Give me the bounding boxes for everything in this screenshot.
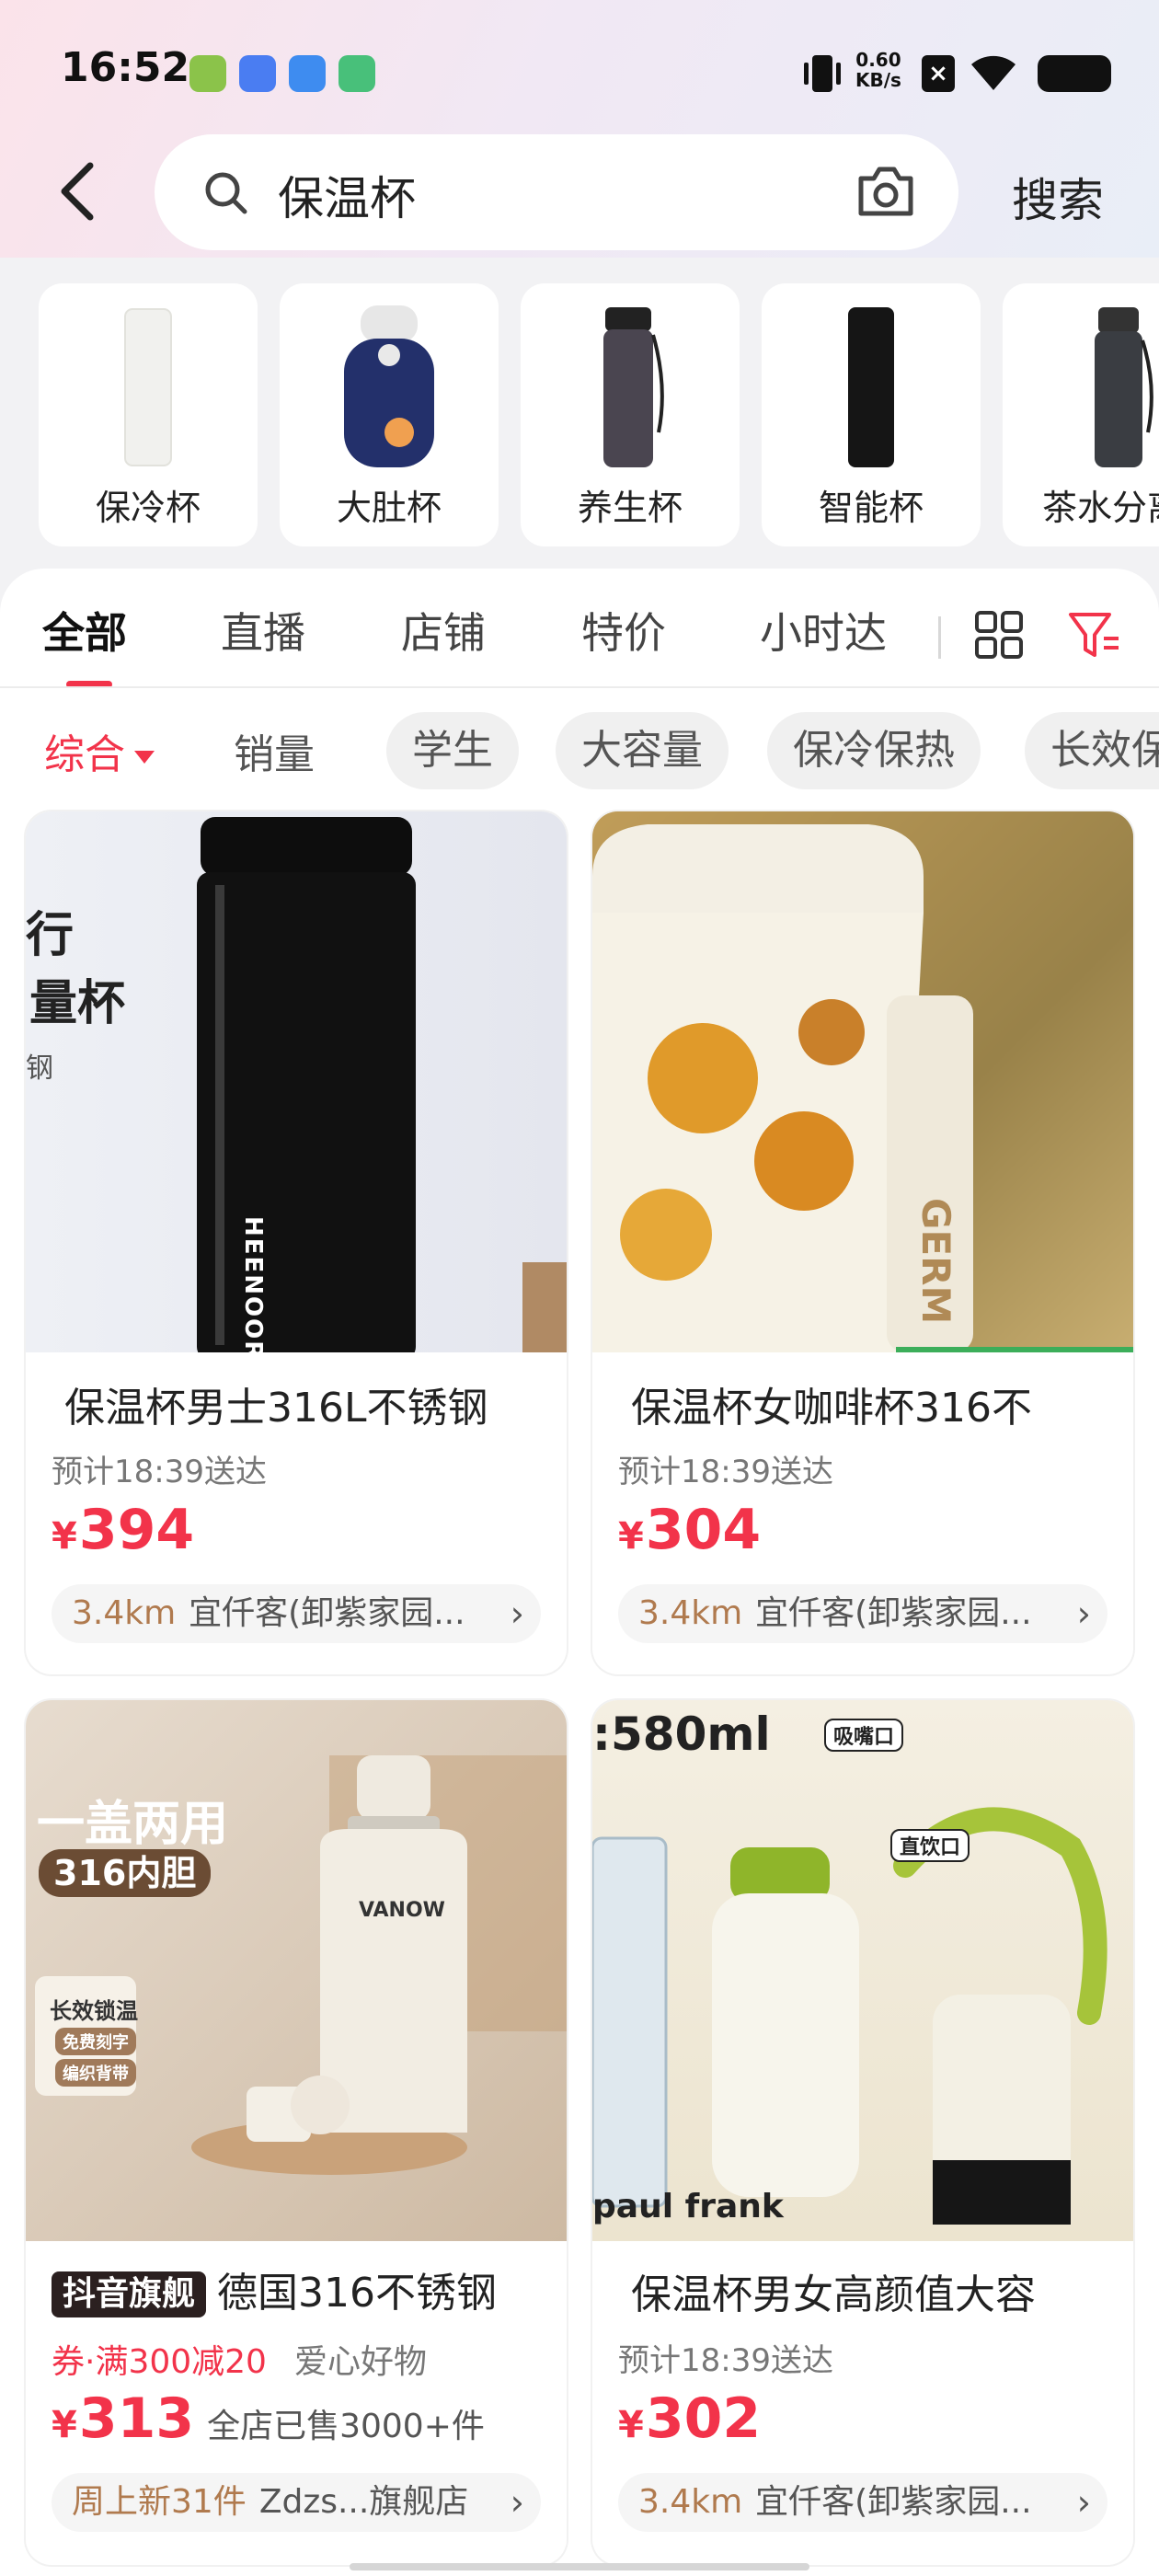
product-image: 一盖两用 316内胆 长效锁温 免费刻字 编织背带 VANOW	[26, 1700, 567, 2241]
product-thumbnail	[344, 305, 434, 467]
product-thumbnail	[124, 308, 172, 466]
product-card[interactable]: :580ml 吸嘴口 直饮口 paul frank 保温杯男女高颜值大容 预计1…	[592, 1700, 1133, 2565]
product-thumbnail	[1095, 307, 1153, 467]
delivery-eta: 预计18:39送达	[618, 2342, 833, 2379]
image-progress-strip	[896, 1347, 1133, 1352]
flagship-badge: 抖音旗舰	[52, 2271, 207, 2317]
product-title: 抖音旗舰 德国316不锈钢	[52, 2260, 556, 2318]
product-image: 行 量杯 钢 HEENOOR	[26, 811, 567, 1352]
tab-hourly-delivery[interactable]: 小时达	[760, 600, 887, 661]
search-box[interactable]: 保温杯	[155, 134, 958, 250]
category-card[interactable]: 茶水分离	[1003, 283, 1159, 546]
product-card[interactable]: GERM 保温杯女咖啡杯316不 预计18:39送达 ¥304 3.4km 宜仟客…	[592, 811, 1133, 1674]
shop-link[interactable]: 3.4km 宜仟客(卸紫家园... ›	[52, 1584, 541, 1643]
product-title: 保温杯男女高颜值大容	[631, 2271, 1036, 2318]
product-title: 保温杯女咖啡杯316不	[631, 1385, 1032, 1432]
tabs-divider	[0, 686, 1159, 688]
status-bar: 16:52 0.60 KB/s ×	[0, 37, 1159, 110]
product-title: 保温杯男士316L不锈钢	[64, 1385, 488, 1432]
tab-live[interactable]: 直播	[221, 600, 305, 661]
status-time: 16:52	[61, 44, 190, 91]
notification-app-icon	[239, 55, 276, 92]
battery-icon	[1038, 55, 1111, 92]
camera-icon[interactable]	[854, 162, 918, 221]
product-image: GERM	[592, 811, 1133, 1352]
notification-app-icon	[339, 55, 375, 92]
product-price: ¥302	[618, 2386, 762, 2451]
kids-bottle-illustration	[592, 1807, 1107, 2225]
filter-chip[interactable]: 长效保	[1025, 712, 1159, 789]
thermos-illustration	[197, 817, 567, 1352]
filter-icon[interactable]	[1067, 609, 1122, 662]
category-card[interactable]: 大肚杯	[280, 283, 499, 546]
sold-count: 全店已售3000+件	[207, 2408, 485, 2445]
shop-link[interactable]: 周上新31件 Zdzs...旗舰店 ›	[52, 2473, 541, 2532]
filter-bar: 综合 销量 学生 大容量 保冷保热 长效保	[0, 710, 1159, 791]
product-image: :580ml 吸嘴口 直饮口 paul frank	[592, 1700, 1133, 2241]
product-card[interactable]: 行 量杯 钢 HEENOOR 保温杯男士316L不锈钢 预计18:39送达 ¥3…	[26, 811, 567, 1674]
wifi-icon	[971, 55, 1016, 90]
product-thumbnail	[848, 307, 894, 467]
filter-chip[interactable]: 保冷保热	[767, 712, 981, 789]
delivery-eta: 预计18:39送达	[52, 1454, 267, 1490]
notification-app-icon	[189, 55, 226, 92]
chevron-right-icon: ›	[510, 1593, 524, 1634]
no-sim-icon: ×	[922, 55, 955, 92]
chevron-right-icon: ›	[510, 2482, 524, 2523]
sort-by-sales[interactable]: 销量	[234, 721, 315, 780]
filter-chip[interactable]: 学生	[386, 712, 519, 789]
back-arrow-icon[interactable]	[50, 155, 105, 228]
filter-chip[interactable]: 大容量	[556, 712, 729, 789]
category-card[interactable]: 养生杯	[521, 283, 740, 546]
notification-app-icon	[289, 55, 326, 92]
sort-dropdown[interactable]: 综合	[44, 721, 155, 780]
chevron-right-icon: ›	[1076, 1593, 1091, 1634]
tab-divider	[938, 616, 941, 659]
tab-shops[interactable]: 店铺	[401, 600, 486, 661]
grid-view-icon[interactable]	[973, 609, 1025, 661]
search-button[interactable]: 搜索	[1012, 164, 1104, 230]
product-price: ¥313 全店已售3000+件	[52, 2386, 485, 2451]
product-price: ¥304	[618, 1498, 762, 1562]
shop-link[interactable]: 3.4km 宜仟客(卸紫家园... ›	[618, 1584, 1107, 1643]
home-indicator[interactable]	[350, 2563, 809, 2570]
category-strip: 保冷杯 大肚杯 养生杯 智能杯 茶水分离	[39, 283, 1159, 546]
search-input[interactable]: 保温杯	[278, 162, 416, 228]
search-icon	[205, 172, 247, 214]
tab-deals[interactable]: 特价	[581, 600, 666, 661]
network-speed: 0.60 KB/s	[855, 49, 901, 91]
product-thumbnail	[603, 307, 664, 467]
category-card[interactable]: 智能杯	[762, 283, 981, 546]
delivery-eta: 预计18:39送达	[618, 1454, 833, 1490]
caret-down-icon	[134, 751, 155, 764]
chevron-right-icon: ›	[1076, 2482, 1091, 2523]
product-price: ¥394	[52, 1498, 195, 1562]
tab-bar: 全部 直播 店铺 特价 小时达	[0, 589, 1159, 690]
coffee-cup-illustration	[592, 811, 1133, 1352]
thermos-illustration	[35, 1755, 567, 2175]
tab-all[interactable]: 全部	[42, 600, 127, 661]
category-card[interactable]: 保冷杯	[39, 283, 258, 546]
product-card[interactable]: 一盖两用 316内胆 长效锁温 免费刻字 编织背带 VANOW 抖音旗舰 德国31…	[26, 1700, 567, 2565]
vibrate-icon	[804, 55, 841, 92]
coupon-promo: 券·满300减20 爱心好物	[52, 2343, 427, 2381]
shop-link[interactable]: 3.4km 宜仟客(卸紫家园... ›	[618, 2473, 1107, 2532]
